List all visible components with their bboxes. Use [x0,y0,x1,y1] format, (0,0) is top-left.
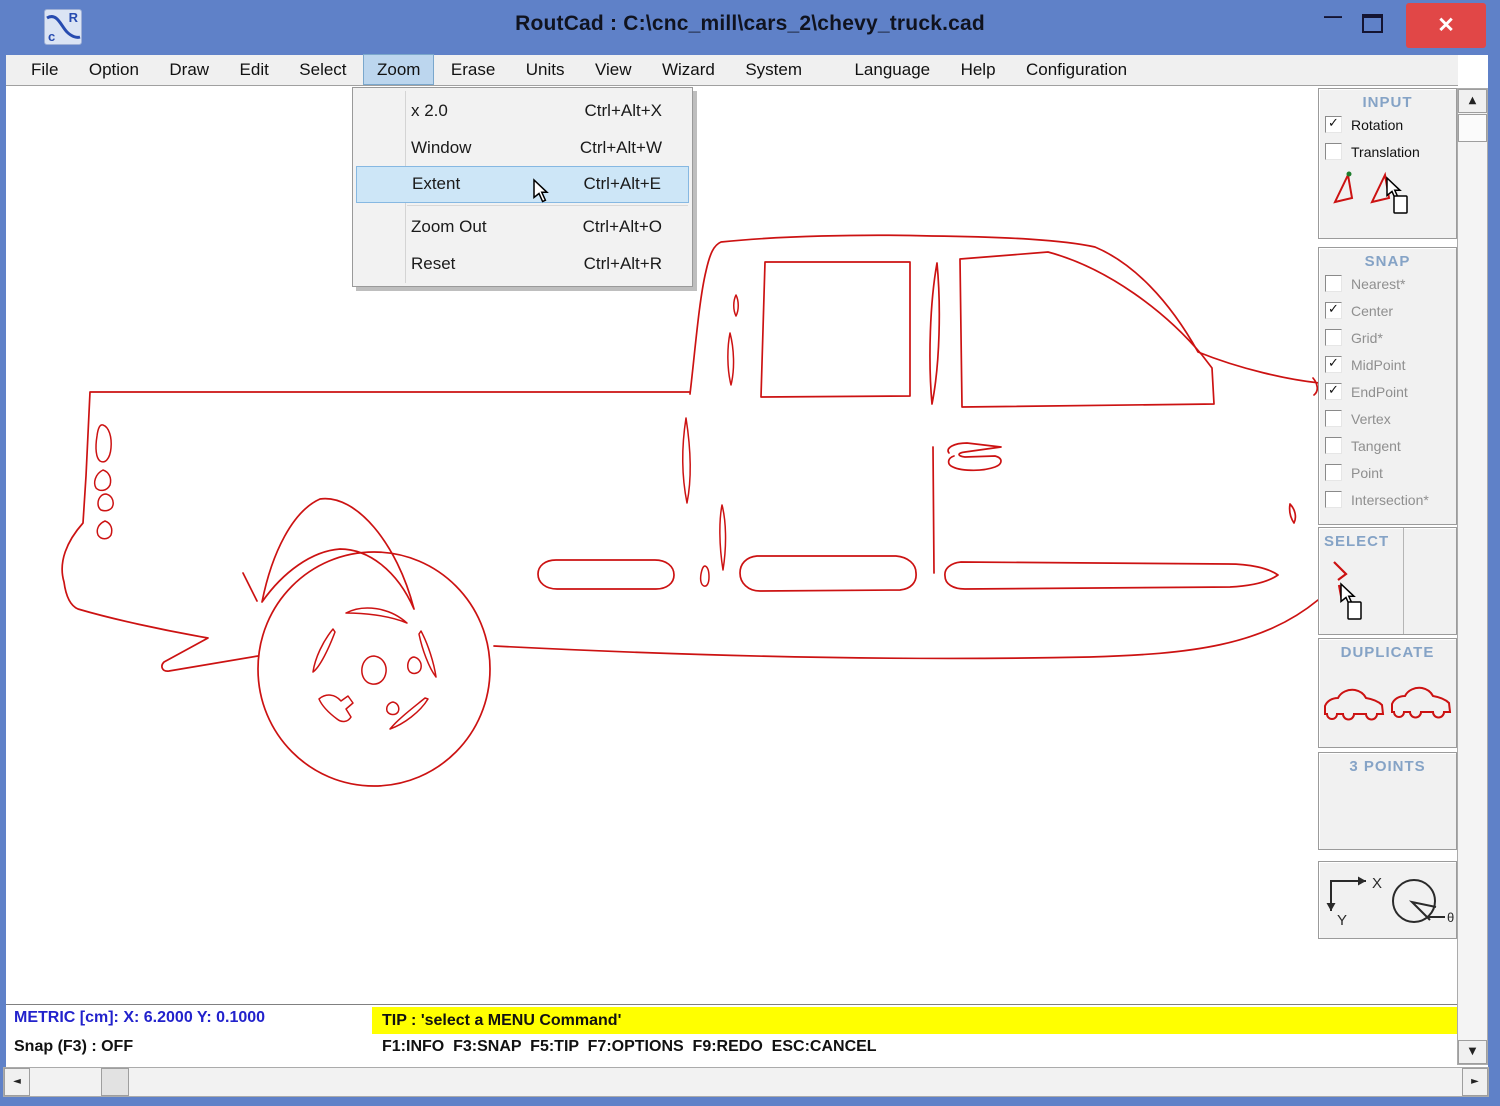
three-points-panel[interactable]: 3 POINTS [1318,752,1457,850]
three-points-panel-title: 3 POINTS [1319,753,1456,775]
menubar: File Option Draw Edit Select Zoom Erase … [6,55,1458,86]
tip-text: TIP : 'select a MENU Command' [382,1007,621,1034]
menu-erase[interactable]: Erase [438,55,508,84]
select-panel[interactable]: SELECT [1318,527,1457,635]
zoom-menu-item-extent[interactable]: Extent Ctrl+Alt+E [356,166,689,203]
rear-tire [258,552,490,786]
input-panel: INPUT ✓ Rotation Translation [1318,88,1457,239]
snap-status: Snap (F3) : OFF [14,1038,133,1056]
snap-option-intersection[interactable]: Intersection* [1319,486,1456,513]
routcad-window: R c RoutCad : C:\cnc_mill\cars_2\chevy_t… [0,0,1500,1106]
menu-edit[interactable]: Edit [227,55,282,84]
rim-spokes [313,608,436,729]
vertical-scroll-thumb[interactable] [1458,114,1487,142]
snap-option-grid[interactable]: Grid* [1319,324,1456,351]
rear-window [761,262,910,397]
translation-checkbox[interactable] [1325,143,1342,160]
menu-language[interactable]: Language [841,55,943,84]
titlebar: R c RoutCad : C:\cnc_mill\cars_2\chevy_t… [0,0,1500,55]
center-checkbox[interactable]: ✓ [1325,302,1342,319]
duplicate-panel-title: DUPLICATE [1319,639,1456,661]
maximize-button[interactable] [1362,14,1383,33]
input-panel-title: INPUT [1319,89,1456,111]
zoom-menu-item-window[interactable]: Window Ctrl+Alt+W [353,129,692,166]
minimize-button[interactable]: — [1316,6,1350,27]
panel-gap-lines [683,295,739,586]
rotation-checkbox[interactable]: ✓ [1325,116,1342,133]
window-frame-bottom [0,1097,1500,1106]
menu-select[interactable]: Select [286,55,359,84]
vertex-checkbox[interactable] [1325,410,1342,427]
statusbar: METRIC [cm]: X: 6.2000 Y: 0.1000 Snap (F… [6,1004,1457,1067]
b-pillar-gap [930,263,939,404]
door-gap-line [933,447,934,573]
zoom-menu-item-zoomout[interactable]: Zoom Out Ctrl+Alt+O [353,208,692,245]
scroll-left-button[interactable]: ◄ [4,1068,30,1096]
menu-help[interactable]: Help [948,55,1009,84]
snap-option-point[interactable]: Point [1319,459,1456,486]
window-title: RoutCad : C:\cnc_mill\cars_2\chevy_truck… [0,12,1500,36]
scroll-down-button[interactable]: ▼ [1458,1040,1487,1064]
taillight-details [95,425,114,539]
menu-zoom[interactable]: Zoom [364,55,433,84]
close-button[interactable]: ✕ [1406,3,1486,48]
tip-bar: TIP : 'select a MENU Command' [372,1007,1457,1034]
midpoint-checkbox[interactable]: ✓ [1325,356,1342,373]
zoom-menu-item-reset[interactable]: Reset Ctrl+Alt+R [353,245,692,282]
truck-body-outline [62,235,1320,671]
horizontal-scrollbar[interactable]: ◄ ► [3,1067,1489,1097]
axes-panel [1318,861,1457,939]
horizontal-scroll-thumb[interactable] [101,1068,129,1096]
menu-view[interactable]: View [582,55,645,84]
coordinate-readout: METRIC [cm]: X: 6.2000 Y: 0.1000 [14,1009,265,1027]
vertical-scrollbar[interactable]: ▲ ▼ [1457,88,1488,1065]
scroll-right-button[interactable]: ► [1462,1068,1488,1096]
snap-option-tangent[interactable]: Tangent [1319,432,1456,459]
rocker-trim [538,556,1278,591]
snap-option-center[interactable]: ✓ Center [1319,297,1456,324]
snap-option-midpoint[interactable]: ✓ MidPoint [1319,351,1456,378]
select-panel-divider [1403,528,1404,634]
translation-option[interactable]: Translation [1319,138,1456,165]
menu-separator [407,205,688,206]
rotation-option[interactable]: ✓ Rotation [1319,111,1456,138]
menu-option[interactable]: Option [76,55,152,84]
menu-file[interactable]: File [18,55,71,84]
duplicate-panel[interactable]: DUPLICATE [1318,638,1457,748]
snap-panel: SNAP Nearest* ✓ Center Grid* ✓ MidPoint … [1318,247,1457,525]
snap-option-vertex[interactable]: Vertex [1319,405,1456,432]
select-panel-title: SELECT [1319,528,1456,550]
scroll-up-button[interactable]: ▲ [1458,89,1487,113]
window-frame-right [1488,55,1500,1106]
endpoint-checkbox[interactable]: ✓ [1325,383,1342,400]
menu-system[interactable]: System [732,55,815,84]
zoom-menu-item-x2[interactable]: x 2.0 Ctrl+Alt+X [353,92,692,129]
grid-checkbox[interactable] [1325,329,1342,346]
menu-wizard[interactable]: Wizard [649,55,728,84]
nearest-checkbox[interactable] [1325,275,1342,292]
front-arch-mark [1290,504,1296,523]
snap-option-nearest[interactable]: Nearest* [1319,270,1456,297]
zoom-dropdown-menu: x 2.0 Ctrl+Alt+X Window Ctrl+Alt+W Exten… [352,87,693,287]
function-key-hints: F1:INFO F3:SNAP F5:TIP F7:OPTIONS F9:RED… [382,1038,877,1056]
menu-units[interactable]: Units [513,55,578,84]
snap-option-endpoint[interactable]: ✓ EndPoint [1319,378,1456,405]
intersection-checkbox[interactable] [1325,491,1342,508]
menu-configuration[interactable]: Configuration [1013,55,1140,84]
drawing-canvas-truck-outline[interactable] [6,86,1458,1004]
front-window [960,252,1214,407]
point-checkbox[interactable] [1325,464,1342,481]
snap-panel-title: SNAP [1319,248,1456,270]
menu-draw[interactable]: Draw [156,55,222,84]
door-handle [948,443,1001,470]
tangent-checkbox[interactable] [1325,437,1342,454]
